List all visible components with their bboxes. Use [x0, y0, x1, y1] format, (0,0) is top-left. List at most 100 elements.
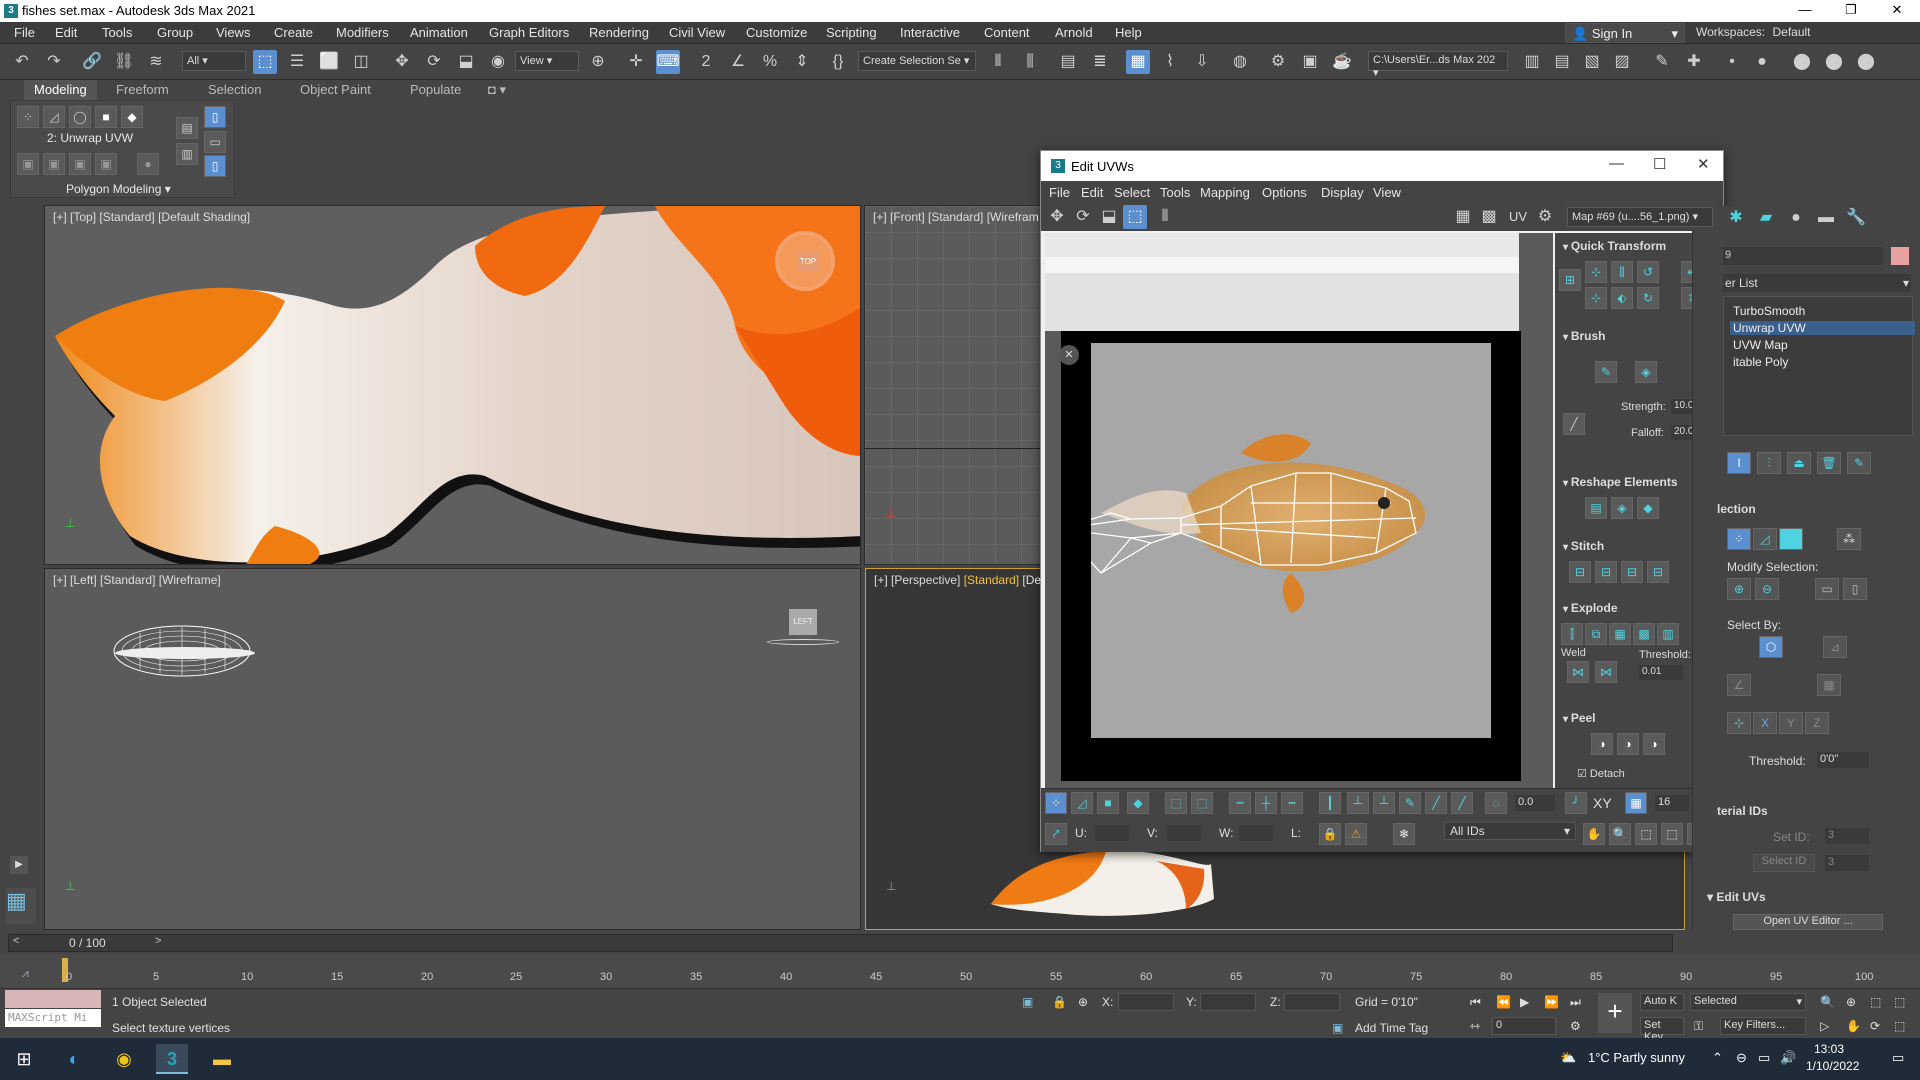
- close-button[interactable]: ✕: [1697, 155, 1710, 173]
- weather-icon[interactable]: ⛅: [1560, 1050, 1576, 1066]
- key-icon[interactable]: ⚿: [1694, 1019, 1703, 1034]
- uv-move-icon[interactable]: ✥: [1045, 205, 1069, 229]
- y-coord-input[interactable]: [1200, 993, 1256, 1011]
- maximize-button[interactable]: ☐: [1653, 155, 1666, 173]
- maximize-button[interactable]: ❐: [1828, 0, 1874, 22]
- render-icon[interactable]: ☕: [1330, 50, 1354, 74]
- stitch-custom-icon[interactable]: ⊟: [1569, 561, 1591, 583]
- play-icon[interactable]: ▶: [1520, 995, 1529, 1009]
- align-center-icon[interactable]: ⬖: [1611, 287, 1633, 309]
- rotate-icon[interactable]: ⟳: [422, 50, 446, 74]
- viewport-layout-tab[interactable]: ▦: [6, 888, 36, 924]
- sphere-medium-icon[interactable]: ●: [1750, 50, 1774, 74]
- tray-chevron-icon[interactable]: ⌃: [1712, 1050, 1723, 1066]
- select-object-icon[interactable]: ⬚: [253, 50, 277, 74]
- pan-view-icon[interactable]: ✋: [1846, 1019, 1861, 1033]
- brush-tool-icon[interactable]: ✎: [1650, 50, 1674, 74]
- set-id-input[interactable]: 3: [1825, 828, 1869, 844]
- pivot-icon[interactable]: ⊕: [586, 50, 610, 74]
- viewport-perspective-label[interactable]: [+] [Perspective] [Standard] [De: [874, 573, 1041, 587]
- ribbon-tool-1-icon[interactable]: ▣: [17, 153, 39, 175]
- align-grid-icon[interactable]: ⊹: [1585, 287, 1607, 309]
- link-icon[interactable]: 🔗: [80, 50, 104, 74]
- sphere-xxlarge-icon[interactable]: ⬤: [1854, 50, 1878, 74]
- uv-space-label[interactable]: UV: [1509, 209, 1527, 224]
- y-axis-icon[interactable]: Y: [1779, 712, 1803, 734]
- menu-rendering[interactable]: Rendering: [589, 25, 649, 40]
- peel-header[interactable]: Peel: [1563, 711, 1596, 725]
- cp-threshold-input[interactable]: 0'0": [1817, 752, 1869, 768]
- z-axis-icon[interactable]: Z: [1805, 712, 1829, 734]
- time-config-icon[interactable]: ⚙: [1570, 1019, 1581, 1033]
- texture-map-dropdown[interactable]: Map #69 (u....56_1.png) ▾: [1567, 207, 1713, 227]
- shrink-selection-icon[interactable]: ⬚: [1191, 792, 1213, 814]
- volume-icon[interactable]: 🔊: [1780, 1050, 1796, 1066]
- loop-shrink-icon[interactable]: ┅: [1281, 792, 1303, 814]
- show-end-result-icon[interactable]: ⫶: [1757, 452, 1781, 474]
- ribbon-tool-2-icon[interactable]: ▣: [43, 153, 65, 175]
- paint-shrink-icon[interactable]: ╱: [1451, 792, 1473, 814]
- move-icon[interactable]: ✥: [390, 50, 414, 74]
- straighten-icon[interactable]: ▤: [1585, 497, 1607, 519]
- loop-cp-icon[interactable]: ▭: [1815, 578, 1839, 600]
- undo-icon[interactable]: ↶: [10, 50, 34, 74]
- stitch-header[interactable]: Stitch: [1563, 539, 1604, 553]
- ribbon-tool-4-icon[interactable]: ▣: [95, 153, 117, 175]
- schematic-view-icon[interactable]: ⇩: [1190, 50, 1214, 74]
- select-overlap-icon[interactable]: ▦: [1817, 674, 1841, 696]
- tab-populate[interactable]: Populate: [410, 82, 461, 97]
- unlink-icon[interactable]: ⛓: [112, 50, 136, 74]
- place-icon[interactable]: ◉: [486, 50, 510, 74]
- viewport-front[interactable]: [+] [Front] [Standard] [Wirefram ⊥: [864, 205, 1044, 565]
- scale-icon[interactable]: ⬓: [454, 50, 478, 74]
- viewport-left-label[interactable]: [+] [Left] [Standard] [Wireframe]: [53, 573, 221, 587]
- set-key-big-button[interactable]: +: [1598, 993, 1632, 1033]
- time-slider[interactable]: < 0 / 100 >: [8, 934, 1673, 952]
- bind-spacewarp-icon[interactable]: ≋: [144, 50, 168, 74]
- curve-editor-icon[interactable]: ⌇: [1158, 50, 1182, 74]
- ribbon-side-5-icon[interactable]: ▯: [204, 155, 226, 177]
- viewcube-left[interactable]: LEFT: [789, 609, 817, 635]
- select-by-element-icon[interactable]: ⬡: [1759, 636, 1783, 658]
- menu-civil-view[interactable]: Civil View: [669, 25, 725, 40]
- paint-select-icon[interactable]: ✎: [1399, 792, 1421, 814]
- next-key-icon[interactable]: ⏩: [1544, 995, 1559, 1009]
- zoom-icon[interactable]: 🔍: [1609, 823, 1631, 845]
- tray-device-icon[interactable]: ▭: [1758, 1050, 1770, 1066]
- close-button[interactable]: ✕: [1874, 0, 1920, 22]
- menu-arnold[interactable]: Arnold: [1055, 25, 1093, 40]
- zoom-extents-all-icon[interactable]: ⬚: [1894, 995, 1905, 1009]
- motion-tab-icon[interactable]: ▬: [1814, 206, 1838, 230]
- open-uv-editor-button[interactable]: Open UV Editor ...: [1733, 914, 1883, 930]
- align-icon[interactable]: ⊞: [1559, 269, 1581, 291]
- select-manipulate-icon[interactable]: ✛: [624, 50, 648, 74]
- vertex-select-icon[interactable]: ⁘: [1045, 792, 1067, 814]
- stitch-source-icon[interactable]: ⊟: [1647, 561, 1669, 583]
- soft-selection-value[interactable]: 0.0: [1515, 795, 1555, 811]
- warning-icon[interactable]: ⚠: [1345, 823, 1367, 845]
- ring-grow-icon[interactable]: ┴: [1347, 792, 1369, 814]
- shrink-icon[interactable]: ⊖: [1755, 578, 1779, 600]
- uv-menu-select[interactable]: Select: [1114, 185, 1150, 200]
- zoom-region-icon[interactable]: ⬚: [1635, 823, 1657, 845]
- modifier-turbosmooth[interactable]: TurboSmooth: [1733, 304, 1805, 318]
- tab-object-paint[interactable]: Object Paint: [300, 82, 371, 97]
- selection-filter-dropdown[interactable]: All ▾: [182, 51, 246, 71]
- ring-cp-icon[interactable]: ▯: [1843, 578, 1867, 600]
- project-path-dropdown[interactable]: C:\Users\Er...ds Max 202 ▾: [1368, 51, 1508, 79]
- set-key-button[interactable]: Set Key: [1640, 1017, 1684, 1043]
- time-tag-icon[interactable]: ▣: [1332, 1021, 1343, 1035]
- reference-coordinate-dropdown[interactable]: View ▾: [515, 51, 579, 71]
- file-explorer-icon[interactable]: ▬: [206, 1044, 238, 1074]
- break-icon[interactable]: ⫿: [1561, 623, 1583, 645]
- grid-snap-icon[interactable]: ▦: [1625, 792, 1647, 814]
- tab-selection[interactable]: Selection: [208, 82, 261, 97]
- next-frame-icon[interactable]: >: [155, 935, 161, 947]
- menu-graph-editors[interactable]: Graph Editors: [489, 25, 569, 40]
- workspaces-selector[interactable]: Workspaces: Default: [1696, 25, 1811, 39]
- selection-lock-icon[interactable]: 🔒: [1052, 995, 1067, 1009]
- 3dsmax-taskbar-icon[interactable]: 3: [156, 1044, 188, 1074]
- menu-scripting[interactable]: Scripting: [826, 25, 877, 40]
- weather-text[interactable]: 1°C Partly sunny: [1588, 1050, 1685, 1065]
- sphere-large-icon[interactable]: ⬤: [1790, 50, 1814, 74]
